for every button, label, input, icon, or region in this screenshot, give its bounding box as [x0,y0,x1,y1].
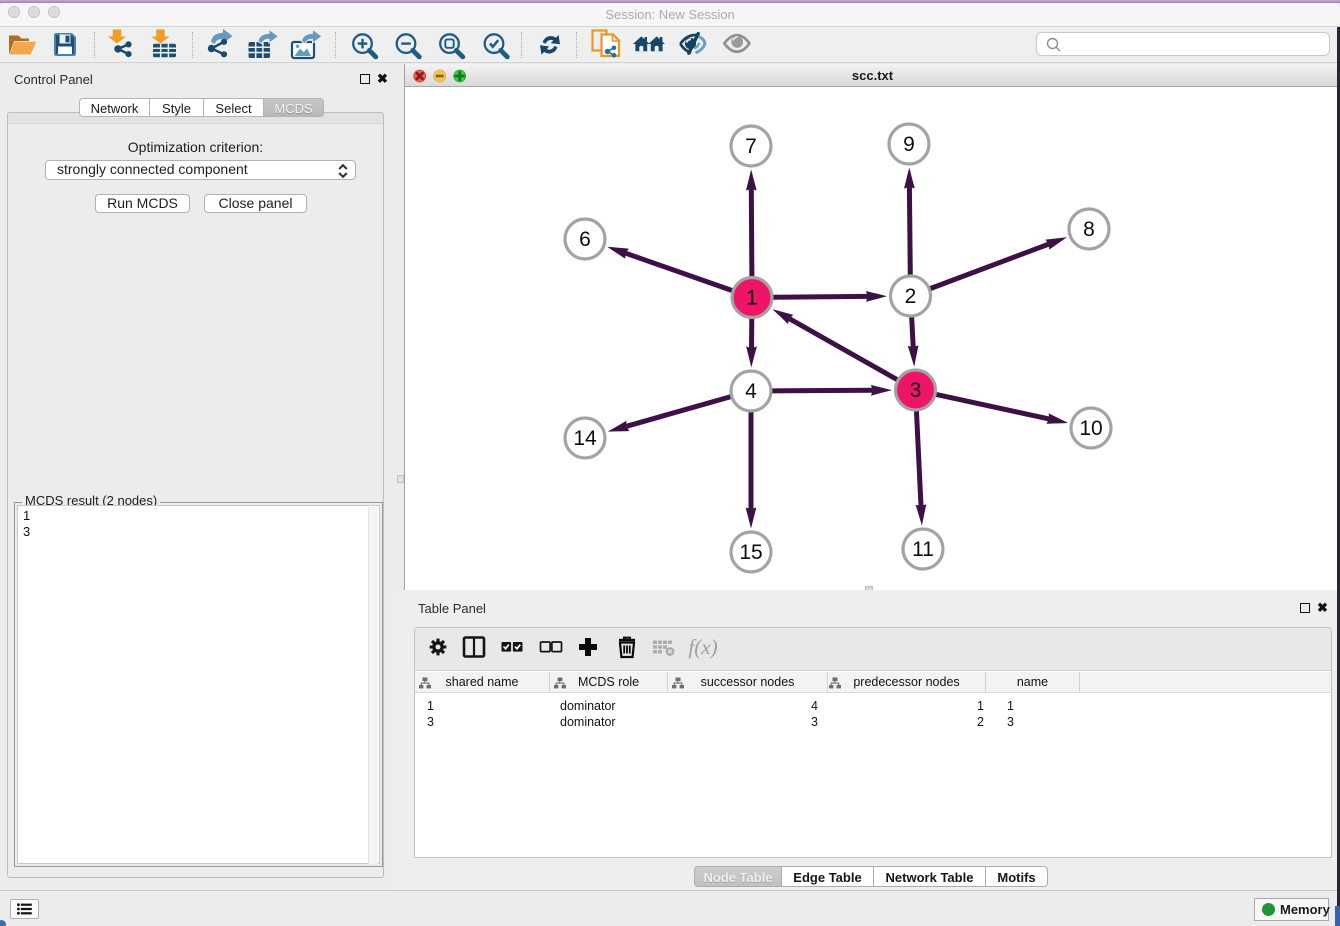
svg-text:10: 10 [1079,417,1102,440]
svg-text:9: 9 [903,133,915,156]
svg-text:11: 11 [912,538,934,561]
svg-text:8: 8 [1083,218,1095,241]
svg-text:4: 4 [745,380,757,403]
svg-text:2: 2 [905,285,917,308]
svg-text:7: 7 [745,135,757,158]
svg-text:1: 1 [746,287,758,310]
svg-text:15: 15 [739,541,762,564]
svg-text:3: 3 [910,379,922,402]
svg-text:f(x): f(x) [688,635,717,659]
svg-text:14: 14 [573,427,597,450]
svg-text:6: 6 [579,228,591,251]
